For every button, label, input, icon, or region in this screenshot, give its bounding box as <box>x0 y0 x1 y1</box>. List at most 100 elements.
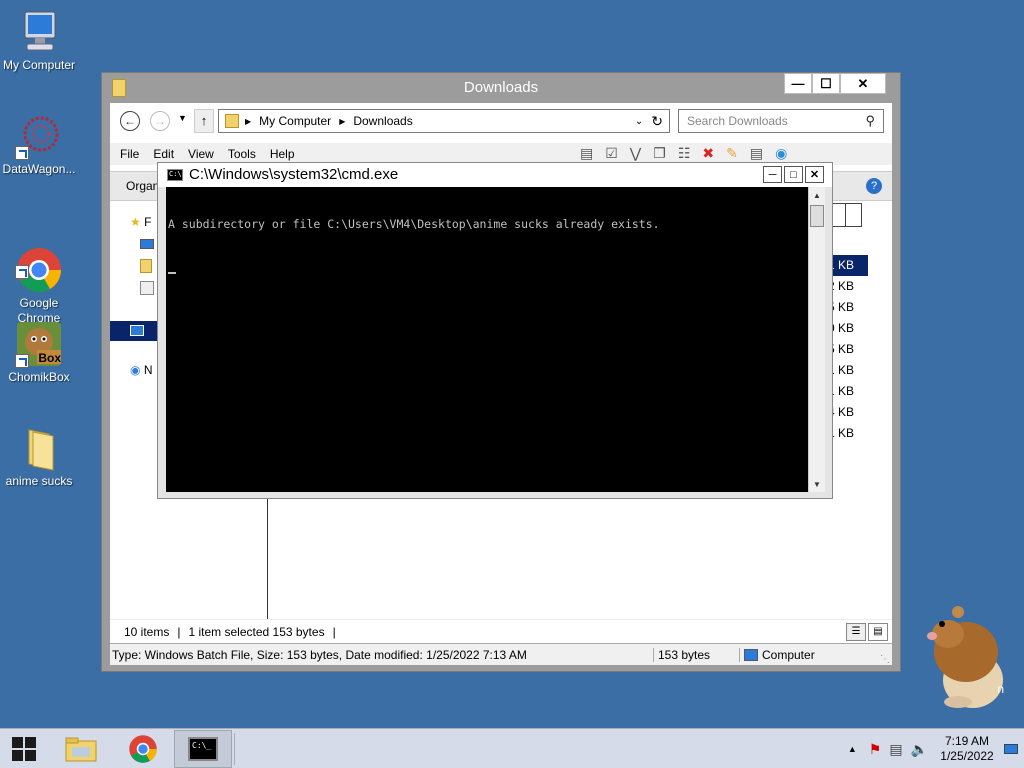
globe-icon[interactable]: ◉ <box>775 145 787 162</box>
delete-icon[interactable]: ✖ <box>702 145 714 162</box>
status-bar: 10 items | 1 item selected 153 bytes | ☰… <box>110 619 892 643</box>
clock-time: 7:19 AM <box>944 734 990 748</box>
cmd-maximize-button[interactable]: □ <box>784 166 803 183</box>
chrome-icon <box>129 735 157 763</box>
desktop-icon-my-computer[interactable]: My Computer <box>1 8 77 73</box>
breadcrumb-downloads[interactable]: Downloads <box>353 114 412 128</box>
size-cell[interactable]: 4 KB <box>828 402 868 423</box>
menu-help[interactable]: Help <box>270 147 295 161</box>
recent-dropdown-icon[interactable]: ▼ <box>178 113 187 123</box>
desktop-icon-anime-sucks[interactable]: anime sucks <box>1 424 77 489</box>
folder-icon <box>15 424 63 472</box>
network-icon: ◉ <box>130 363 141 377</box>
address-dropdown-icon[interactable]: ⌄ <box>635 116 643 127</box>
size-cell[interactable]: 0 KB <box>828 318 868 339</box>
action-center-icon[interactable]: ⚑ <box>869 741 882 758</box>
cmd-minimize-button[interactable]: ─ <box>763 166 782 183</box>
scroll-down-icon[interactable]: ▼ <box>809 476 825 492</box>
size-cell[interactable]: 2 KB <box>828 276 868 297</box>
start-button[interactable] <box>0 730 48 768</box>
cmd-title: C:\Windows\system32\cmd.exe <box>189 166 399 183</box>
menu-file[interactable]: File <box>120 147 139 161</box>
size-cell[interactable]: 1 KB <box>828 255 868 276</box>
nav-recent[interactable] <box>140 281 154 295</box>
view-icon[interactable]: ▤ <box>580 145 593 162</box>
breadcrumb-my-computer[interactable]: My Computer <box>259 114 331 128</box>
scroll-thumb[interactable] <box>810 205 824 227</box>
cmd-titlebar[interactable]: C:\. C:\Windows\system32\cmd.exe ─ □ ✕ <box>158 163 832 187</box>
folder-icon <box>65 737 97 762</box>
organize-button[interactable]: Organ <box>126 179 159 193</box>
volume-icon[interactable]: 🔈 <box>911 741 928 758</box>
item-count: 10 items <box>124 624 170 639</box>
column-header[interactable] <box>846 203 862 227</box>
size-cell[interactable]: 1 KB <box>828 423 868 444</box>
menu-tools[interactable]: Tools <box>228 147 256 161</box>
taskbar-chrome-button[interactable] <box>114 730 172 768</box>
maximize-button[interactable]: ☐ <box>812 73 840 94</box>
console-cursor-line <box>168 263 806 277</box>
details-bar: Type: Windows Batch File, Size: 153 byte… <box>110 643 892 665</box>
mascot-text: n <box>997 682 1004 696</box>
filter-icon[interactable]: ⋁ <box>630 145 641 162</box>
tiles-view-button[interactable]: ▤ <box>868 623 888 641</box>
nav-computer-selected[interactable] <box>110 321 158 341</box>
size-cell[interactable]: 1 KB <box>828 381 868 402</box>
size-column: 1 KB 2 KB 5 KB 0 KB 5 KB 1 KB 1 KB 4 KB … <box>828 255 868 444</box>
paste-icon[interactable]: ☷ <box>678 145 691 162</box>
cmd-icon: C:\. <box>167 169 186 181</box>
breadcrumb-separator-icon: ▶ <box>339 116 346 126</box>
text-cursor <box>168 272 176 274</box>
forward-button[interactable]: → <box>150 111 170 131</box>
explorer-titlebar[interactable]: Downloads — ☐ ✕ <box>102 73 900 103</box>
taskbar-explorer-button[interactable] <box>52 730 110 768</box>
back-button[interactable]: ← <box>120 111 140 131</box>
cmd-window[interactable]: C:\. C:\Windows\system32\cmd.exe ─ □ ✕ A… <box>157 162 833 499</box>
details-view-button[interactable]: ☰ <box>846 623 866 641</box>
show-desktop-button[interactable] <box>1004 744 1018 754</box>
show-hidden-icons-button[interactable]: ▲ <box>848 744 857 754</box>
refresh-icon[interactable]: ↻ <box>651 113 663 130</box>
nav-desktop[interactable] <box>140 239 154 249</box>
breadcrumb-separator-icon: ▶ <box>245 116 252 126</box>
shortcut-arrow-icon <box>15 354 29 368</box>
address-box[interactable]: ▶ My Computer ▶ Downloads ⌄ ↻ <box>218 109 670 133</box>
rename-icon[interactable]: ✎ <box>726 145 738 162</box>
nav-favorites[interactable]: ★ F <box>130 215 151 229</box>
nav-downloads[interactable] <box>140 259 152 273</box>
search-input[interactable]: Search Downloads ⚲ <box>678 109 884 133</box>
nav-network[interactable]: ◉ N <box>130 363 153 377</box>
minimize-button[interactable]: — <box>784 73 812 94</box>
desktop-icon-chomikbox[interactable]: Box ChomikBox <box>1 320 77 385</box>
file-size: 153 bytes <box>654 647 740 662</box>
scroll-up-icon[interactable]: ▲ <box>809 187 825 203</box>
computer-icon <box>15 8 63 56</box>
size-cell[interactable]: 1 KB <box>828 360 868 381</box>
network-icon[interactable]: ▤ <box>889 741 902 758</box>
help-icon[interactable]: ? <box>866 178 882 194</box>
up-button[interactable]: ↑ <box>194 109 214 133</box>
cmd-icon: C:\_ <box>188 737 218 761</box>
size-cell[interactable]: 5 KB <box>828 297 868 318</box>
computer-icon <box>130 325 144 336</box>
menu-view[interactable]: View <box>188 147 214 161</box>
taskbar-cmd-button[interactable]: C:\_ <box>174 730 232 768</box>
check-folder-icon[interactable]: ☑ <box>605 145 618 162</box>
copy-icon[interactable]: ❐ <box>653 145 666 162</box>
size-cell[interactable]: 5 KB <box>828 339 868 360</box>
file-details: Type: Windows Batch File, Size: 153 byte… <box>110 647 654 662</box>
resize-grip-icon[interactable]: ⋱ <box>880 654 890 665</box>
properties-icon[interactable]: ▤ <box>750 145 763 162</box>
hamster-mascot[interactable]: n <box>918 602 1018 712</box>
toolbar-icons: ▤ ☑ ⋁ ❐ ☷ ✖ ✎ ▤ ◉ <box>580 145 787 162</box>
datawagon-icon <box>15 112 63 160</box>
cmd-close-button[interactable]: ✕ <box>805 166 824 183</box>
desktop-icon-datawagon[interactable]: DataWagon... <box>1 112 77 177</box>
search-icon: ⚲ <box>865 113 875 128</box>
clock[interactable]: 7:19 AM 1/25/2022 <box>934 734 1000 764</box>
console-output[interactable]: A subdirectory or file C:\Users\VM4\Desk… <box>166 187 808 492</box>
taskbar-divider <box>234 733 235 765</box>
menu-edit[interactable]: Edit <box>153 147 174 161</box>
close-button[interactable]: ✕ <box>840 73 886 94</box>
console-scrollbar[interactable]: ▲ ▼ <box>808 187 825 492</box>
